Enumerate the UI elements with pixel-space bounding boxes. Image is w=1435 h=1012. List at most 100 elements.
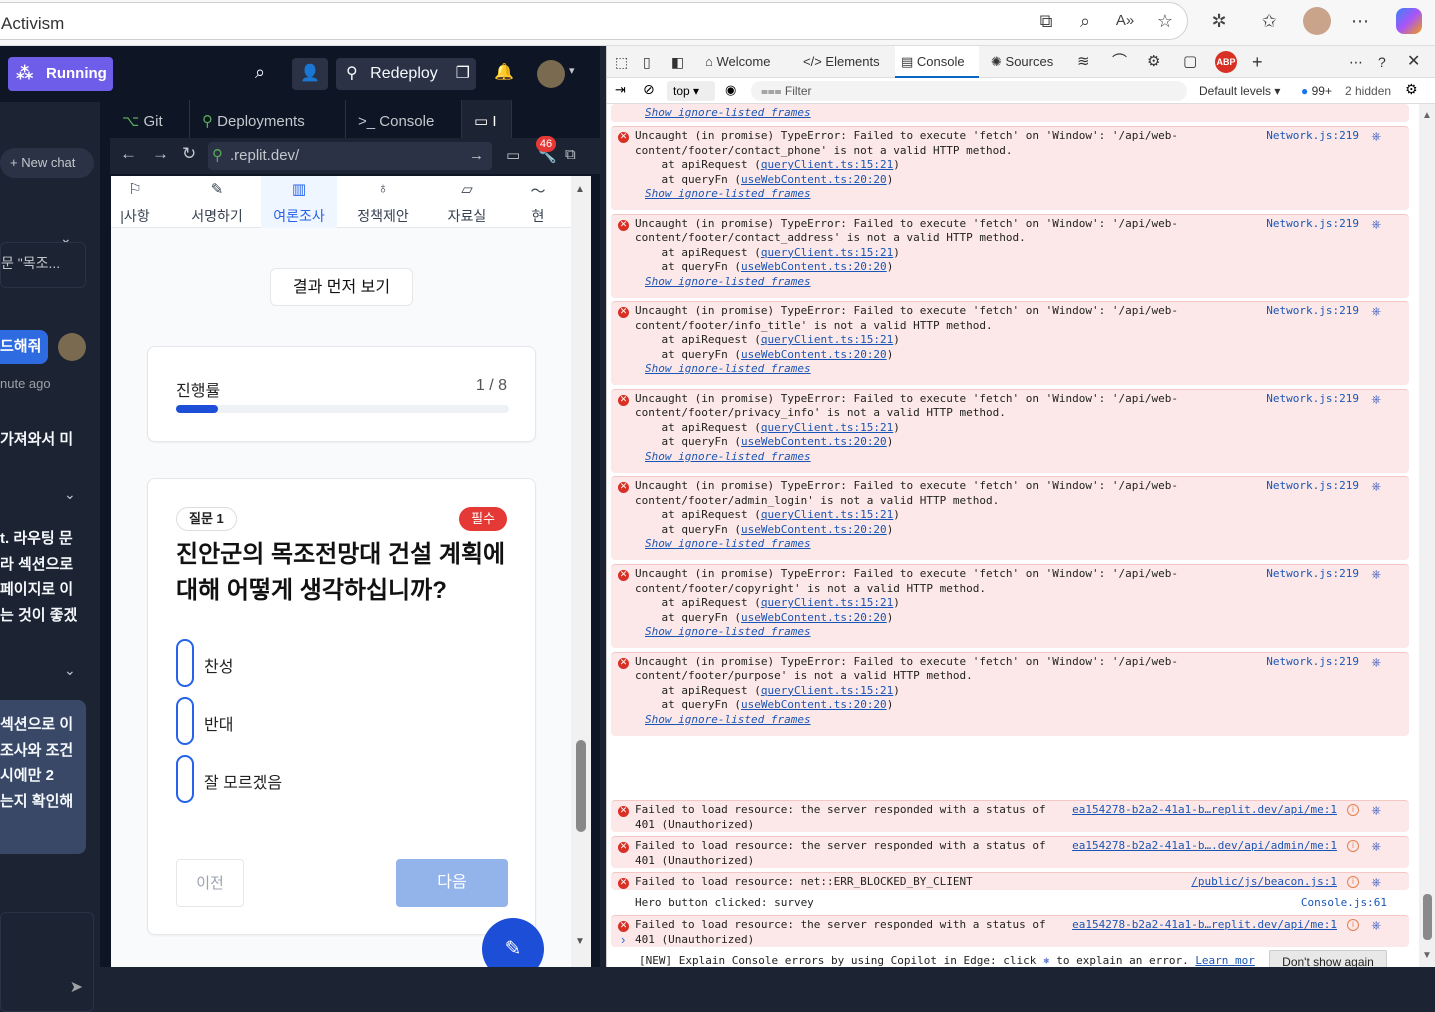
option-radio[interactable] [176, 697, 194, 745]
more-menu-icon[interactable]: ⋯ [1349, 10, 1371, 32]
show-sidebar-icon[interactable]: ⇥ [615, 82, 626, 98]
info-icon[interactable]: i [1347, 804, 1359, 816]
nav-status[interactable]: 〜 현 [509, 176, 567, 228]
invite-user-icon[interactable]: 👤 [292, 58, 328, 90]
stack-link[interactable]: useWebContent.ts:20:20 [741, 611, 887, 624]
open-external-icon[interactable]: ⧉ [1035, 10, 1057, 32]
tab-elements[interactable]: </> Elements [803, 46, 880, 78]
webview-scrollbar[interactable]: ▲ ▼ [571, 176, 591, 967]
stack-link[interactable]: queryClient.ts:15:21 [761, 158, 893, 171]
console-scrollbar[interactable]: ▲ ▼ [1419, 104, 1435, 967]
source-link[interactable]: ea154278-b2a2-41a1-b….dev/api/admin/me:1 [1072, 839, 1337, 854]
eye-icon[interactable]: ◉ [725, 82, 736, 98]
nav-sign[interactable]: ✎ 서명하기 [179, 176, 255, 228]
address-bar[interactable]: Activism [0, 2, 1188, 40]
profile-avatar[interactable] [1303, 7, 1331, 35]
copilot-explain-icon[interactable]: ⎈ [1371, 839, 1381, 854]
source-link[interactable]: Network.js:219 [1266, 304, 1359, 319]
adblock-icon[interactable]: ABP [1215, 51, 1237, 73]
source-link[interactable]: Network.js:219 [1266, 479, 1359, 494]
application-icon[interactable]: ▢ [1183, 46, 1197, 78]
sidebar-icon[interactable]: ◧ [671, 46, 684, 78]
show-ignored-frames-link[interactable]: Show ignore-listed frames [645, 537, 811, 550]
close-icon[interactable]: ✕ [1407, 46, 1420, 78]
run-button[interactable]: ⁂ Running [8, 57, 113, 91]
info-icon[interactable]: i [1347, 919, 1359, 931]
read-aloud-icon[interactable]: A» [1114, 10, 1136, 32]
tab-sources[interactable]: ✺ Sources [991, 46, 1053, 78]
show-ignored-frames-link[interactable]: Show ignore-listed frames [645, 713, 811, 726]
search-icon[interactable]: ⌕ [255, 62, 265, 83]
stack-link[interactable]: useWebContent.ts:20:20 [741, 173, 887, 186]
show-ignored-frames-link[interactable]: Show ignore-listed frames [645, 106, 811, 119]
address-text[interactable]: Activism [1, 14, 64, 34]
stack-link[interactable]: queryClient.ts:15:21 [761, 421, 893, 434]
filter-input[interactable]: ⩶ Filter [751, 81, 1187, 101]
stack-link[interactable]: queryClient.ts:15:21 [761, 596, 893, 609]
stack-link[interactable]: queryClient.ts:15:21 [761, 333, 893, 346]
scroll-up-icon[interactable]: ▲ [575, 184, 585, 195]
levels-select[interactable]: Default levels ▾ [1199, 84, 1280, 98]
performance-icon[interactable]: ⌒ [1112, 46, 1127, 78]
chat-input[interactable]: ➤ [0, 912, 94, 1012]
copilot-explain-icon[interactable]: ⎈ [1371, 567, 1381, 582]
console-settings-icon[interactable]: ⚙ [1405, 81, 1418, 98]
tab-console[interactable]: ▤ Console [895, 46, 979, 78]
back-icon[interactable]: ← [120, 144, 137, 164]
zoom-icon[interactable]: ⌕ [1074, 10, 1096, 32]
view-results-button[interactable]: 결과 먼저 보기 [270, 268, 413, 306]
more-icon[interactable]: ⋯ [1349, 46, 1363, 78]
chevron-down-icon[interactable]: ⌄ [64, 662, 76, 679]
refresh-icon[interactable]: ↻ [182, 144, 196, 164]
show-ignored-frames-link[interactable]: Show ignore-listed frames [645, 275, 811, 288]
open-new-tab-icon[interactable]: ⧉ [565, 146, 576, 163]
stack-link[interactable]: queryClient.ts:15:21 [761, 684, 893, 697]
stack-link[interactable]: queryClient.ts:15:21 [761, 246, 893, 259]
scroll-down-icon[interactable]: ▼ [575, 936, 585, 947]
extensions-icon[interactable]: ✲ [1208, 10, 1230, 32]
copilot-explain-icon[interactable]: ⎈ [1371, 304, 1381, 319]
redeploy-button[interactable]: ⚲ Redeploy ❐ [336, 58, 476, 90]
option-label[interactable]: 찬성 [204, 653, 233, 677]
nav-notice[interactable]: ⚐ |사항 [111, 176, 173, 228]
scroll-thumb[interactable] [1423, 894, 1432, 940]
user-avatar[interactable] [537, 60, 565, 88]
nav-survey[interactable]: ▥ 여론조사 [261, 176, 337, 228]
device-icon[interactable]: ▭ [506, 146, 520, 164]
show-ignored-frames-link[interactable]: Show ignore-listed frames [645, 362, 811, 375]
favorite-star-icon[interactable]: ☆ [1154, 10, 1176, 32]
bell-icon[interactable]: 🔔 [494, 62, 514, 82]
forward-icon[interactable]: → [152, 144, 169, 164]
next-button[interactable]: 다음 [396, 859, 508, 907]
source-link[interactable]: Network.js:219 [1266, 129, 1359, 144]
show-ignored-frames-link[interactable]: Show ignore-listed frames [645, 187, 811, 200]
stack-link[interactable]: queryClient.ts:15:21 [761, 508, 893, 521]
source-link[interactable]: Network.js:219 [1266, 217, 1359, 232]
chat-history-item[interactable]: 문 "목조... [0, 242, 86, 288]
nav-archive[interactable]: ▱ 자료실 [429, 176, 505, 228]
nav-policy[interactable]: ♁ 정책제안 [345, 176, 421, 228]
context-select[interactable]: top ▾ [667, 81, 715, 101]
stack-link[interactable]: useWebContent.ts:20:20 [741, 260, 887, 273]
source-link[interactable]: Network.js:219 [1266, 655, 1359, 670]
network-icon[interactable]: ≋ [1077, 46, 1090, 78]
new-chat-button[interactable]: + New chat [0, 148, 94, 178]
panel-divider[interactable] [100, 102, 110, 967]
chevron-down-icon[interactable]: ⌄ [64, 486, 76, 503]
copilot-explain-icon[interactable]: ⎈ [1371, 655, 1381, 670]
copilot-explain-icon[interactable]: ⎈ [1371, 918, 1381, 933]
issues-counter[interactable]: ● 99+ [1301, 84, 1332, 98]
add-tab-icon[interactable]: + [1252, 46, 1263, 78]
stack-link[interactable]: useWebContent.ts:20:20 [741, 348, 887, 361]
stack-link[interactable]: useWebContent.ts:20:20 [741, 523, 887, 536]
source-link[interactable]: Network.js:219 [1266, 567, 1359, 582]
source-link[interactable]: /public/js/beacon.js:1 [1191, 875, 1337, 890]
console-prompt-icon[interactable]: › [621, 932, 625, 947]
stack-link[interactable]: useWebContent.ts:20:20 [741, 435, 887, 448]
scroll-thumb[interactable] [576, 740, 586, 832]
info-icon[interactable]: i [1347, 840, 1359, 852]
scroll-up-icon[interactable]: ▲ [1422, 110, 1432, 121]
scroll-down-icon[interactable]: ▼ [1422, 950, 1432, 961]
dont-show-again-button[interactable]: Don't show again [1269, 950, 1387, 967]
go-arrow-icon[interactable]: → [469, 142, 484, 170]
